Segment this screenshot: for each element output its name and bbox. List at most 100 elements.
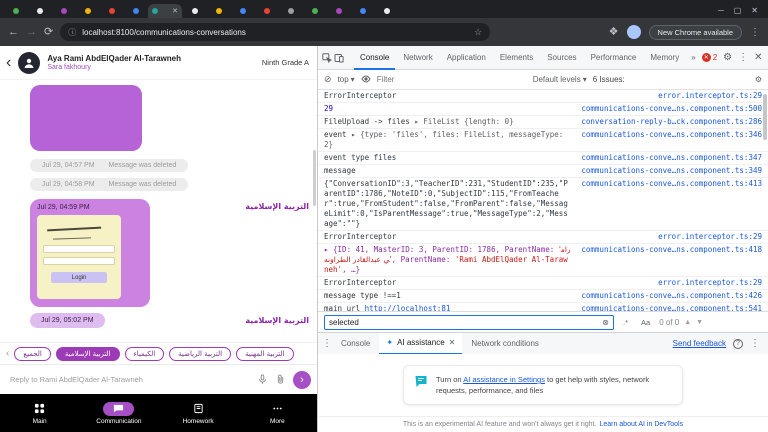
object-preview[interactable]: ▸ FileList {length: 0} [414, 117, 513, 126]
devtools-menu-icon[interactable]: ⋮ [738, 52, 748, 63]
minimize-icon[interactable]: ─ [718, 6, 724, 15]
log-levels-dropdown[interactable]: Default levels ▾ [533, 75, 587, 84]
browser-tab[interactable] [124, 4, 147, 18]
paperclip-icon[interactable] [275, 374, 286, 385]
find-input-box[interactable]: ⊗ [324, 315, 614, 330]
chips-scroll-left-icon[interactable]: ‹ [6, 348, 9, 359]
find-previous-icon[interactable]: ▲ [684, 319, 691, 326]
drawer-menu-icon[interactable]: ⋮ [322, 338, 332, 349]
browser-tab[interactable] [52, 4, 75, 18]
chat-scrollbar[interactable] [313, 150, 316, 206]
find-next-icon[interactable]: ▼ [696, 319, 703, 326]
browser-tab[interactable] [375, 4, 398, 18]
avatar[interactable] [18, 52, 40, 74]
source-link[interactable]: communications-conve…ns.component.ts:426 [581, 291, 762, 301]
source-link[interactable]: error.interceptor.ts:29 [658, 278, 762, 288]
message-bubble[interactable]: Jul 29, 04:59 PM Login [30, 199, 150, 307]
drawer-tab-network-conditions[interactable]: Network conditions [464, 333, 546, 355]
source-link[interactable]: communications-conve…ns.component.ts:418 [581, 245, 762, 255]
issues-link[interactable]: 6 Issues: [593, 75, 625, 84]
help-icon[interactable]: ? [733, 339, 743, 349]
source-link[interactable]: conversation-reply-b…ck.component.ts:286 [581, 117, 762, 127]
back-chevron-icon[interactable]: ‹ [6, 56, 11, 70]
find-input[interactable] [329, 318, 598, 327]
device-toolbar-icon[interactable] [334, 50, 344, 66]
nav-homework[interactable]: Homework [159, 402, 238, 425]
error-count-badge[interactable]: ✕ 2 [702, 53, 717, 62]
drawer-tab-close-icon[interactable]: ✕ [449, 338, 456, 347]
source-link[interactable]: communications-conve…ns.component.ts:413 [581, 179, 762, 189]
source-link[interactable]: communications-conve…ns.component.ts:346 [581, 130, 762, 140]
nav-communication[interactable]: Communication [79, 402, 158, 425]
browser-tab[interactable] [327, 4, 350, 18]
tab-console[interactable]: Console [354, 46, 395, 70]
chip-islamic-education[interactable]: التربية الإسلامية [56, 347, 120, 361]
window-close-icon[interactable]: ✕ [751, 6, 758, 15]
tab-performance[interactable]: Performance [585, 46, 643, 70]
chip-vocational-education[interactable]: التربية المهنية [236, 347, 293, 361]
forward-icon[interactable]: → [26, 27, 37, 38]
console-settings-icon[interactable]: ⚙ [755, 75, 762, 84]
maximize-icon[interactable]: ▢ [734, 6, 742, 15]
browser-tab[interactable] [76, 4, 99, 18]
browser-menu-icon[interactable]: ⋮ [750, 27, 760, 38]
browser-tab[interactable] [100, 4, 123, 18]
browser-tab[interactable] [255, 4, 278, 18]
back-icon[interactable]: ← [8, 27, 19, 38]
chip-all[interactable]: الجميع [14, 347, 50, 361]
settings-gear-icon[interactable]: ⚙ [723, 52, 732, 63]
tab-application[interactable]: Application [441, 46, 492, 70]
message-list[interactable]: Jul 29, 04:57 PM Message was deleted Jul… [0, 80, 317, 342]
tab-network[interactable]: Network [397, 46, 438, 70]
attachment-screenshot[interactable]: Login [37, 215, 121, 299]
browser-tab[interactable] [351, 4, 374, 18]
drawer-tab-ai-assistance[interactable]: ✦ AI assistance ✕ [379, 333, 462, 355]
console-messages[interactable]: ErrorInterceptor error.interceptor.ts:29… [318, 90, 768, 311]
browser-tab[interactable] [279, 4, 302, 18]
tab-sources[interactable]: Sources [541, 46, 582, 70]
source-link[interactable]: error.interceptor.ts:29 [658, 91, 762, 101]
chip-physical-education[interactable]: التربية الرياضية [169, 347, 231, 361]
clear-console-icon[interactable]: ⊘ [324, 74, 332, 85]
nav-more[interactable]: More [238, 402, 317, 425]
tab-elements[interactable]: Elements [494, 46, 539, 70]
browser-tab[interactable] [28, 4, 51, 18]
browser-tab[interactable] [4, 4, 27, 18]
url-link[interactable]: http://localhost:81 [365, 304, 451, 311]
tab-close-icon[interactable]: ✕ [172, 8, 178, 15]
console-filter-input[interactable] [377, 75, 527, 84]
browser-tab-active[interactable]: ✕ [148, 4, 182, 18]
address-bar[interactable]: ⓘ localhost:8100/communications-conversa… [60, 23, 490, 41]
nav-main[interactable]: Main [0, 402, 79, 425]
learn-about-ai-link[interactable]: Learn about AI in DevTools [599, 421, 683, 428]
drawer-tab-console[interactable]: Console [334, 333, 377, 355]
source-link[interactable]: communications-conve…ns.component.ts:347 [581, 153, 762, 163]
source-link[interactable]: communications-conve…ns.component.ts:541 [581, 304, 762, 311]
site-info-icon[interactable]: ⓘ [68, 27, 76, 38]
tab-memory[interactable]: Memory [644, 46, 685, 70]
drawer-kebab-icon[interactable]: ⋮ [750, 338, 760, 349]
browser-tab[interactable] [183, 4, 206, 18]
send-button[interactable]: › [293, 371, 311, 389]
send-feedback-link[interactable]: Send feedback [673, 339, 726, 348]
bookmark-star-icon[interactable]: ☆ [474, 27, 482, 38]
console-scrollbar[interactable] [763, 94, 767, 140]
new-chrome-button[interactable]: New Chrome available [649, 25, 742, 40]
source-link[interactable]: communications-conve…ns.component.ts:500 [581, 104, 762, 114]
clear-search-icon[interactable]: ⊗ [602, 318, 609, 327]
eye-icon[interactable] [361, 75, 371, 85]
extensions-icon[interactable]: ❖ [609, 27, 619, 38]
object-preview[interactable]: ▸ {type: 'files', files: FileList, messa… [324, 130, 563, 149]
inspect-element-icon[interactable] [322, 50, 332, 66]
browser-tab[interactable] [303, 4, 326, 18]
source-link[interactable]: communications-conve…ns.component.ts:349 [581, 166, 762, 176]
image-message-bubble[interactable] [30, 85, 142, 151]
refresh-icon[interactable]: ⟳ [44, 27, 53, 38]
profile-avatar[interactable] [627, 25, 641, 39]
devtools-close-icon[interactable]: ✕ [754, 52, 762, 63]
more-tabs-icon[interactable]: » [687, 53, 699, 62]
ai-settings-link[interactable]: AI assistance in Settings [463, 375, 545, 384]
browser-tab[interactable] [231, 4, 254, 18]
execution-context-selector[interactable]: top ▾ [338, 75, 355, 84]
reply-input[interactable]: Reply to Rami AbdElQader Al-Tarawneh [10, 375, 250, 384]
